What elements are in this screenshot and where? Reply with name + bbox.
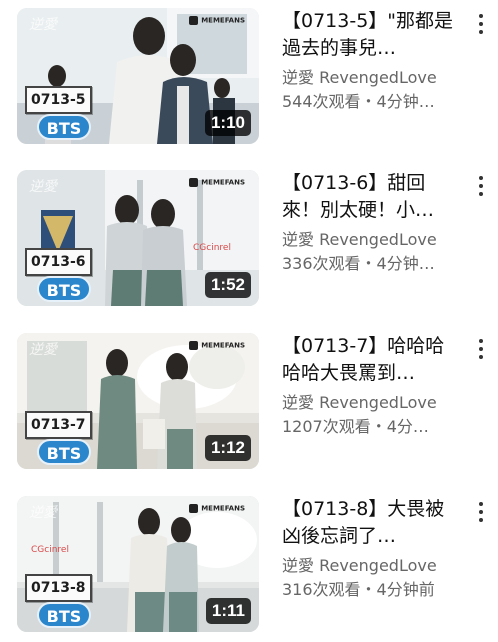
episode-tag: 0713-5 xyxy=(25,86,92,114)
video-title[interactable]: 【0713-8】大畏被凶後忘詞了… xyxy=(282,496,458,552)
show-watermark: 逆愛 xyxy=(29,179,57,195)
memefans-icon xyxy=(189,178,199,187)
video-thumbnail[interactable]: 逆愛 MEMEFANS 0713-7 BTS 1:12 xyxy=(17,333,259,469)
memefans-logo: MEMEFANS xyxy=(189,16,245,25)
show-watermark: 逆愛 xyxy=(29,17,57,33)
memefans-logo: MEMEFANS xyxy=(189,341,245,350)
memefans-label: MEMEFANS xyxy=(201,16,245,25)
video-item[interactable]: CGcinrel 逆愛 MEMEFANS 0713-6 BTS 1:52 【07… xyxy=(0,162,498,306)
bts-badge: BTS xyxy=(37,114,91,140)
show-watermark: 逆愛 xyxy=(29,342,57,358)
video-item[interactable]: 逆愛 MEMEFANS 0713-7 BTS 1:12 【0713-7】哈哈哈哈… xyxy=(0,325,498,469)
memefans-label: MEMEFANS xyxy=(201,178,245,187)
memefans-icon xyxy=(189,504,199,513)
video-title[interactable]: 【0713-7】哈哈哈哈哈大畏罵到… xyxy=(282,333,458,389)
bts-badge: BTS xyxy=(37,276,91,302)
video-meta: 【0713-7】哈哈哈哈哈大畏罵到… 逆愛 RevengedLove 1207次… xyxy=(282,333,458,439)
memefans-label: MEMEFANS xyxy=(201,341,245,350)
episode-tag: 0713-8 xyxy=(25,574,92,602)
memefans-icon xyxy=(189,341,199,350)
video-thumbnail[interactable]: CGcinrel 逆愛 MEMEFANS 0713-6 BTS 1:52 xyxy=(17,170,259,306)
bts-badge: BTS xyxy=(37,602,91,628)
video-title[interactable]: 【0713-5】"那都是過去的事兒… xyxy=(282,8,458,64)
channel-name[interactable]: 逆愛 RevengedLove xyxy=(282,554,458,578)
video-item[interactable]: CGcinrel 逆愛 MEMEFANS 0713-8 BTS 1:11 【07… xyxy=(0,488,498,632)
video-stats: 316次观看・4分钟前 xyxy=(282,580,435,599)
show-watermark: 逆愛 xyxy=(29,505,57,521)
bts-badge: BTS xyxy=(37,439,91,465)
video-meta: 【0713-5】"那都是過去的事兒… 逆愛 RevengedLove 544次观… xyxy=(282,8,458,114)
more-options-icon[interactable] xyxy=(474,176,488,202)
svg-text:CGcinrel: CGcinrel xyxy=(31,545,69,555)
channel-name[interactable]: 逆愛 RevengedLove xyxy=(282,228,458,252)
more-options-icon[interactable] xyxy=(474,14,488,40)
video-stats: 336次观看・4分钟… xyxy=(282,254,435,273)
video-thumbnail[interactable]: 逆愛 MEMEFANS 0713-5 BTS 1:10 xyxy=(17,8,259,144)
memefans-label: MEMEFANS xyxy=(201,504,245,513)
channel-name[interactable]: 逆愛 RevengedLove xyxy=(282,391,458,415)
channel-name[interactable]: 逆愛 RevengedLove xyxy=(282,66,458,90)
memefans-logo: MEMEFANS xyxy=(189,178,245,187)
duration-badge: 1:11 xyxy=(205,598,251,624)
video-stats: 1207次观看・4分… xyxy=(282,417,429,436)
video-meta: 【0713-8】大畏被凶後忘詞了… 逆愛 RevengedLove 316次观看… xyxy=(282,496,458,602)
duration-badge: 1:52 xyxy=(204,272,251,298)
memefans-icon xyxy=(189,16,199,25)
video-item[interactable]: 逆愛 MEMEFANS 0713-5 BTS 1:10 【0713-5】"那都是… xyxy=(0,0,498,144)
duration-badge: 1:10 xyxy=(204,110,251,136)
video-stats: 544次观看・4分钟… xyxy=(282,92,435,111)
memefans-logo: MEMEFANS xyxy=(189,504,245,513)
more-options-icon[interactable] xyxy=(474,502,488,528)
more-options-icon[interactable] xyxy=(474,339,488,365)
episode-tag: 0713-7 xyxy=(25,411,92,439)
episode-tag: 0713-6 xyxy=(25,248,92,276)
duration-badge: 1:12 xyxy=(204,435,251,461)
video-meta: 【0713-6】甜回來！別太硬！小… 逆愛 RevengedLove 336次观… xyxy=(282,170,458,276)
svg-text:CGcinrel: CGcinrel xyxy=(193,243,231,253)
video-title[interactable]: 【0713-6】甜回來！別太硬！小… xyxy=(282,170,458,226)
video-thumbnail[interactable]: CGcinrel 逆愛 MEMEFANS 0713-8 BTS 1:11 xyxy=(17,496,259,632)
